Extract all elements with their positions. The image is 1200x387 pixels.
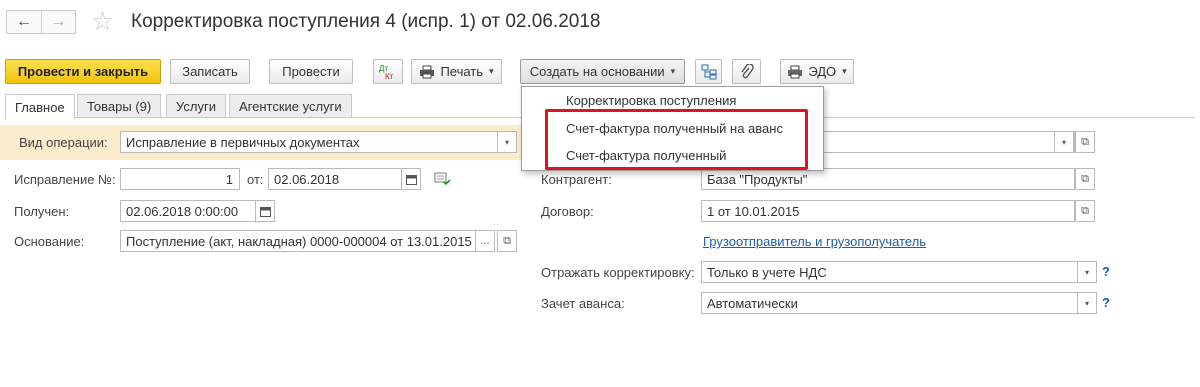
operation-field[interactable]: Исправление в первичных документах [120,131,498,153]
counterparty-label: Контрагент: [541,172,612,187]
attachments-button[interactable] [732,59,761,84]
open-form-icon[interactable]: ⧉ [497,230,517,252]
dt-kt-button[interactable]: Дт Кт [373,59,403,84]
edo-icon [788,65,803,78]
svg-text:Кт: Кт [385,72,394,81]
help-icon[interactable]: ? [1102,264,1110,279]
edo-button[interactable]: ЭДО ▾ [780,59,854,84]
chevron-down-icon: ▾ [1061,137,1066,147]
print-button[interactable]: Печать ▾ [411,59,502,84]
forward-arrow-icon: → [50,13,67,30]
chevron-down-icon: ▾ [504,137,509,147]
counterparty-field[interactable]: База "Продукты" [701,168,1075,190]
chevron-down-icon: ▾ [1084,267,1089,277]
reflect-correction-field[interactable]: Только в учете НДС [701,261,1079,283]
date-from-label: от: [247,172,264,187]
reflect-dropdown-button[interactable]: ▾ [1077,261,1097,283]
open-form-icon[interactable]: ⧉ [1075,131,1095,153]
shipper-consignee-link[interactable]: Грузоотправитель и грузополучатель [703,234,926,249]
basis-select-button[interactable]: ... [475,230,495,252]
date-from-field[interactable]: 02.06.2018 [268,168,402,190]
edo-label: ЭДО [808,64,837,79]
contract-label: Договор: [541,204,594,219]
printer-icon [420,65,435,78]
post-check-icon [434,171,452,190]
date-from-label-text: от: [247,172,264,187]
favorite-star-icon[interactable]: ☆ [91,8,114,34]
organization-dropdown-button[interactable]: ▾ [1054,131,1074,153]
advance-dropdown-button[interactable]: ▾ [1077,292,1097,314]
post-button[interactable]: Провести [269,59,353,84]
tab-services[interactable]: Услуги [166,94,226,118]
correction-number-field[interactable]: 1 [120,168,240,190]
chevron-down-icon: ▾ [1084,298,1089,308]
calendar-button[interactable] [255,200,275,222]
print-label: Печать [440,64,484,79]
structure-button[interactable] [695,59,722,84]
open-form-icon[interactable]: ⧉ [1075,168,1095,190]
forward-button[interactable]: → [41,11,75,33]
basis-label: Основание: [14,234,85,249]
calendar-icon [405,174,417,185]
menu-item-purchase-correction[interactable]: Корректировка поступления [566,93,736,108]
operation-dropdown-button[interactable]: ▾ [497,131,517,153]
received-field[interactable]: 02.06.2018 0:00:00 [120,200,256,222]
operation-label: Вид операции: [19,135,108,150]
back-button[interactable]: ← [7,11,41,33]
chevron-down-icon: ▾ [489,66,494,76]
dt-kt-icon: Дт Кт [379,64,394,81]
advance-offset-label: Зачет аванса: [541,296,625,311]
create-based-on-label: Создать на основании [529,64,665,79]
contract-field[interactable]: 1 от 10.01.2015 [701,200,1075,222]
structure-icon [701,64,716,79]
highlight-box [545,109,808,170]
post-and-close-button[interactable]: Провести и закрыть [5,59,161,84]
calendar-icon [259,206,271,217]
save-button[interactable]: Записать [170,59,250,84]
reflect-correction-label: Отражать корректировку: [541,265,695,280]
paperclip-icon [740,63,754,78]
calendar-button[interactable] [401,168,421,190]
chevron-down-icon: ▾ [842,66,847,76]
tab-main[interactable]: Главное [5,94,75,119]
chevron-down-icon: ▾ [670,66,676,76]
history-nav: ← → [6,10,76,34]
page-title: Корректировка поступления 4 (испр. 1) от… [131,11,601,32]
tab-goods[interactable]: Товары (9) [77,94,162,118]
basis-field[interactable]: Поступление (акт, накладная) 0000-000004… [120,230,476,252]
tab-agent-services[interactable]: Агентские услуги [229,94,352,118]
correction-number-label: Исправление №: [14,172,116,187]
open-form-icon[interactable]: ⧉ [1075,200,1095,222]
received-label: Получен: [14,204,70,219]
back-arrow-icon: ← [16,13,32,30]
advance-offset-field[interactable]: Автоматически [701,292,1079,314]
create-based-on-button[interactable]: Создать на основании ▾ [520,59,685,84]
help-icon[interactable]: ? [1102,295,1110,310]
